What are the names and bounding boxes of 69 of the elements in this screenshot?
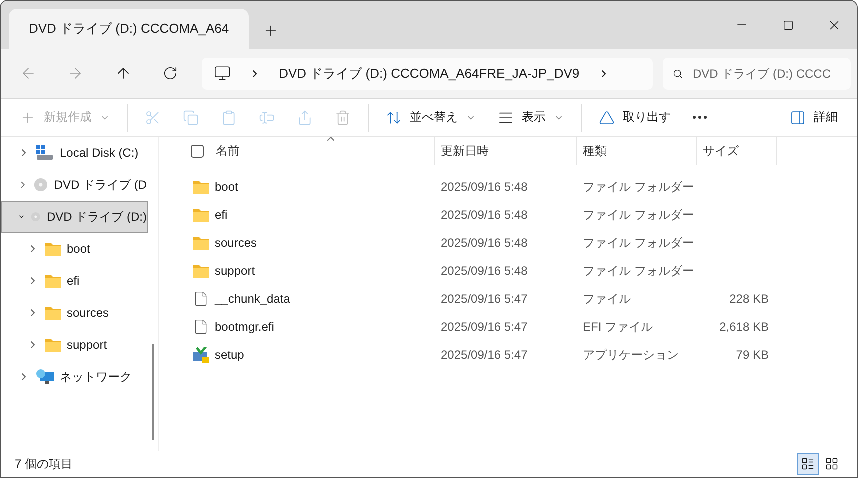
file-icon xyxy=(193,319,209,335)
file-name[interactable]: __chunk_data xyxy=(215,292,290,306)
new-tab-icon[interactable] xyxy=(263,23,279,39)
size-cell-text: 79 KB xyxy=(735,348,770,362)
folder-icon xyxy=(193,208,209,222)
date-cell-text: 2025/09/16 5:48 xyxy=(440,180,529,194)
network-icon xyxy=(36,369,54,385)
address-bar[interactable]: DVD ドライブ (D:) CCCOMA_A64FRE_JA-JP_DV9 xyxy=(202,58,654,90)
nav-item[interactable]: ネットワーク xyxy=(1,361,148,393)
file-name[interactable]: setup xyxy=(215,348,244,362)
folder-icon xyxy=(45,242,61,256)
disc-icon xyxy=(34,177,48,193)
folder-icon xyxy=(193,236,209,250)
drive-icon xyxy=(36,145,54,161)
folder-icon xyxy=(45,274,61,288)
type-cell-text: アプリケーション xyxy=(582,346,680,364)
size-cell-text: 2,618 KB xyxy=(718,320,770,334)
item-count: 7 個の項目 xyxy=(15,456,74,472)
folder-icon xyxy=(193,264,209,278)
search-box[interactable]: DVD ドライブ (D:) CCCC xyxy=(663,58,852,90)
nav-item[interactable]: sources xyxy=(1,297,148,329)
type-cell-text: EFI ファイル xyxy=(582,318,654,336)
file-name[interactable]: sources xyxy=(215,236,258,250)
breadcrumb[interactable]: DVD ドライブ (D:) CCCOMA_A64FRE_JA-JP_DV9 xyxy=(279,64,580,82)
column-header[interactable]: 更新日時 xyxy=(435,137,577,165)
file-name[interactable]: support xyxy=(215,264,256,278)
type-cell-text: ファイル xyxy=(582,290,632,308)
column-header[interactable]: サイズ xyxy=(697,137,777,165)
type-cell-text: ファイル フォルダー xyxy=(582,234,696,252)
column-header[interactable]: 種類 xyxy=(577,137,697,165)
type-cell-text: ファイル フォルダー xyxy=(582,206,696,224)
checkbox[interactable] xyxy=(191,144,204,158)
view-toggle[interactable] xyxy=(797,453,819,475)
toolbar-button[interactable]: 表示 xyxy=(489,102,573,134)
nav-item[interactable]: support xyxy=(1,329,148,361)
search-field[interactable]: DVD ドライブ (D:) CCCC xyxy=(693,66,842,80)
file-name[interactable]: efi xyxy=(215,208,228,222)
file-name[interactable]: boot xyxy=(215,180,238,194)
column-header[interactable]: 名前 xyxy=(185,137,435,165)
scrollbar-thumb[interactable] xyxy=(152,344,154,440)
folder-icon xyxy=(45,306,61,320)
nav-item[interactable]: efi xyxy=(1,265,148,297)
date-cell-text: 2025/09/16 5:47 xyxy=(440,320,529,334)
nav-item[interactable]: DVD ドライブ (D xyxy=(1,169,148,201)
file-icon xyxy=(193,291,209,307)
window-tab[interactable]: DVD ドライブ (D:) CCCOMA_A64 xyxy=(9,9,249,49)
nav-item[interactable]: boot xyxy=(1,233,148,265)
size-cell-text: 228 KB xyxy=(728,292,770,306)
toolbar-button[interactable]: 詳細 xyxy=(781,102,847,134)
date-cell-text: 2025/09/16 5:47 xyxy=(440,292,529,306)
nav-item[interactable]: Local Disk (C:) xyxy=(1,137,148,169)
date-cell-text: 2025/09/16 5:48 xyxy=(440,236,529,250)
maximize-icon[interactable] xyxy=(782,20,794,30)
type-cell-text: ファイル フォルダー xyxy=(582,178,696,196)
toolbar-button[interactable]: 取り出す xyxy=(590,102,680,134)
date-cell-text: 2025/09/16 5:48 xyxy=(440,208,529,222)
monitor-icon xyxy=(214,65,232,82)
folder-icon xyxy=(45,338,61,352)
date-cell-text: 2025/09/16 5:47 xyxy=(440,348,529,362)
toolbar-button[interactable]: 並べ替え xyxy=(377,102,485,134)
folder-icon xyxy=(193,180,209,194)
installer-icon xyxy=(193,347,209,363)
refresh-icon[interactable] xyxy=(162,66,178,81)
tiles-view-icon xyxy=(825,457,839,471)
type-cell-text: ファイル フォルダー xyxy=(582,262,696,280)
file-name[interactable]: bootmgr.efi xyxy=(215,320,274,334)
date-cell-text: 2025/09/16 5:48 xyxy=(440,264,529,278)
nav-item[interactable]: DVD ドライブ (D:) xyxy=(1,201,148,233)
details-view-icon xyxy=(801,457,815,471)
